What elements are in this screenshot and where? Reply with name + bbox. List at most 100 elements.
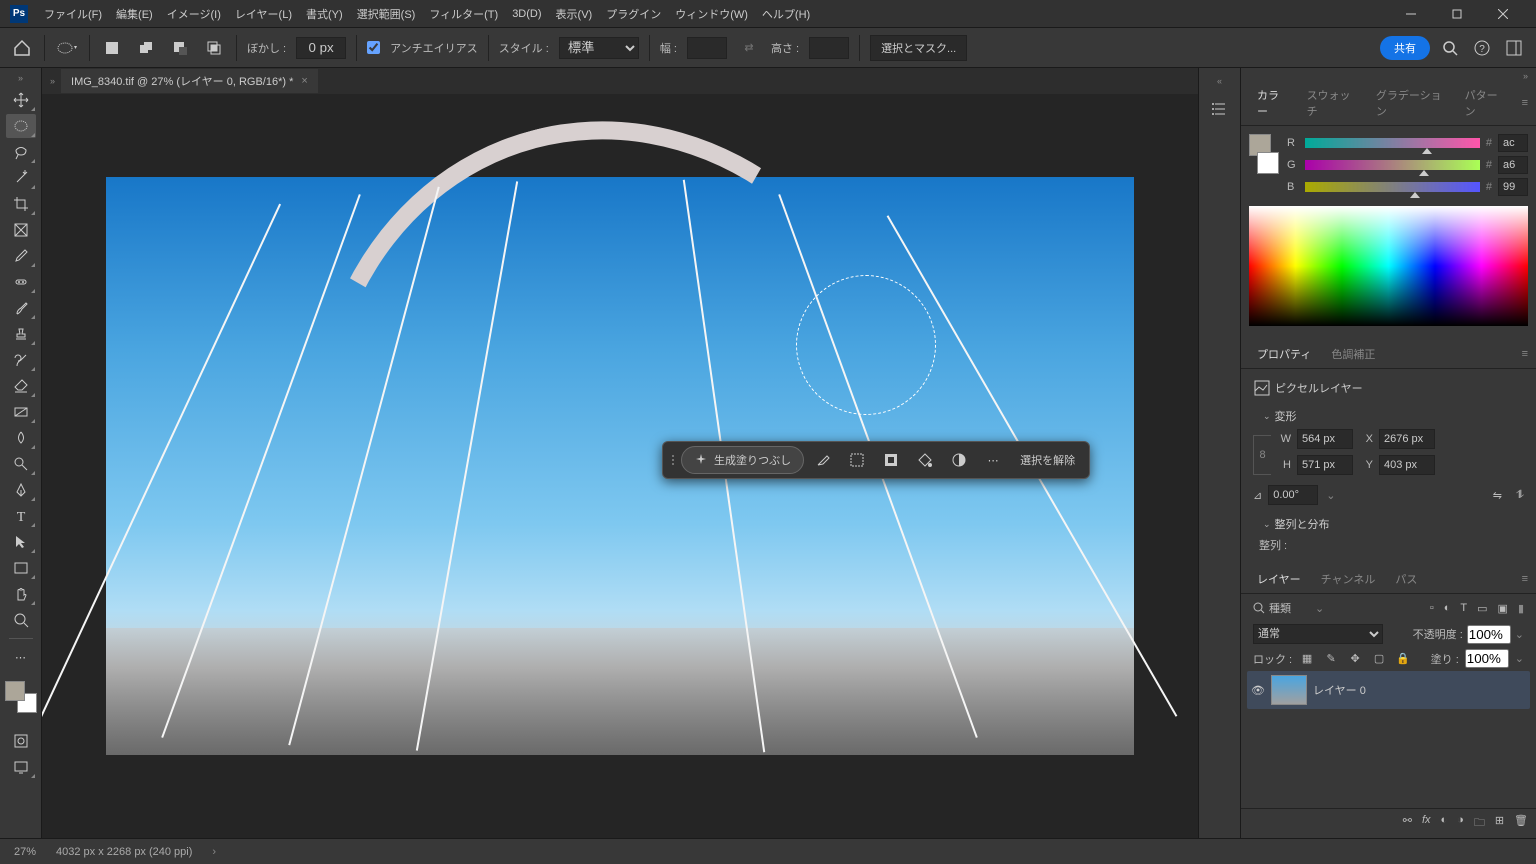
- link-wh-icon[interactable]: 8: [1253, 435, 1271, 475]
- menu-file[interactable]: ファイル(F): [38, 2, 108, 26]
- color-swatches[interactable]: [5, 681, 37, 713]
- canvas[interactable]: 生成塗りつぶし ⋯ 選択を解除: [106, 177, 1134, 755]
- stamp-tool[interactable]: [6, 322, 36, 346]
- lock-pixels-icon[interactable]: ▦: [1298, 650, 1316, 668]
- adjust-icon[interactable]: [944, 445, 974, 475]
- subtract-selection-icon[interactable]: [168, 36, 192, 60]
- path-select-tool[interactable]: [6, 530, 36, 554]
- feather-input[interactable]: [296, 37, 346, 59]
- fill-selection-icon[interactable]: [910, 445, 940, 475]
- fx-icon[interactable]: fx: [1422, 814, 1431, 833]
- marquee-selection[interactable]: [796, 275, 936, 415]
- panel-menu-icon[interactable]: ≡: [1514, 348, 1536, 360]
- menu-plugin[interactable]: プラグイン: [600, 2, 667, 26]
- b-slider[interactable]: [1305, 182, 1480, 192]
- eraser-tool[interactable]: [6, 374, 36, 398]
- new-layer-icon[interactable]: ⊞: [1495, 814, 1504, 833]
- menu-image[interactable]: イメージ(I): [161, 2, 227, 26]
- document-tab[interactable]: IMG_8340.tif @ 27% (レイヤー 0, RGB/16*) * ×: [61, 69, 318, 93]
- filter-toggle-icon[interactable]: ▮: [1518, 602, 1524, 615]
- align-section[interactable]: ⌄整列と分布: [1253, 511, 1524, 537]
- tab-patterns[interactable]: パターン: [1455, 81, 1514, 125]
- lock-position-icon[interactable]: ✥: [1346, 650, 1364, 668]
- mask-icon[interactable]: ◐: [1441, 814, 1448, 833]
- delete-layer-icon[interactable]: 🗑: [1514, 814, 1528, 833]
- brush-tool[interactable]: [6, 296, 36, 320]
- marquee-tool[interactable]: [6, 114, 36, 138]
- more-options-icon[interactable]: ⋯: [978, 445, 1008, 475]
- angle-input[interactable]: [1268, 485, 1318, 505]
- lock-artboard-icon[interactable]: ▢: [1370, 650, 1388, 668]
- tab-properties[interactable]: プロパティ: [1247, 340, 1321, 368]
- g-input[interactable]: [1498, 156, 1528, 174]
- visibility-icon[interactable]: 👁: [1251, 684, 1265, 697]
- edit-toolbar[interactable]: ⋯: [6, 645, 36, 669]
- width-prop-input[interactable]: [1297, 429, 1353, 449]
- add-selection-icon[interactable]: [134, 36, 158, 60]
- window-maximize[interactable]: [1434, 0, 1480, 28]
- adjustment-layer-icon[interactable]: ◑: [1457, 814, 1464, 833]
- filter-shape-icon[interactable]: ▭: [1477, 602, 1487, 615]
- new-selection-icon[interactable]: [100, 36, 124, 60]
- r-input[interactable]: [1498, 134, 1528, 152]
- help-icon[interactable]: ?: [1470, 36, 1494, 60]
- screenmode-tool[interactable]: [6, 755, 36, 779]
- panel-bg-color[interactable]: [1257, 152, 1279, 174]
- filter-adjust-icon[interactable]: ◐: [1444, 602, 1451, 614]
- share-button[interactable]: 共有: [1380, 36, 1430, 60]
- b-input[interactable]: [1498, 178, 1528, 196]
- filter-pixel-icon[interactable]: ▫: [1430, 602, 1434, 614]
- brush-edit-icon[interactable]: [808, 445, 838, 475]
- group-icon[interactable]: 🗀: [1474, 814, 1485, 833]
- menu-select[interactable]: 選択範囲(S): [351, 2, 422, 26]
- link-layers-icon[interactable]: ⚯: [1403, 814, 1412, 833]
- workspace-icon[interactable]: [1502, 36, 1526, 60]
- blur-tool[interactable]: [6, 426, 36, 450]
- menu-layer[interactable]: レイヤー(L): [229, 2, 298, 26]
- fill-input[interactable]: [1465, 649, 1509, 668]
- close-tab-icon[interactable]: ×: [301, 75, 307, 87]
- tab-gradients[interactable]: グラデーション: [1366, 81, 1455, 125]
- eyedropper-tool[interactable]: [6, 244, 36, 268]
- x-prop-input[interactable]: [1379, 429, 1435, 449]
- layer-filter-select[interactable]: 種類 ⌄: [1253, 600, 1324, 616]
- flip-v-icon[interactable]: ⥮: [1516, 489, 1524, 502]
- filter-smart-icon[interactable]: ▣: [1498, 602, 1508, 615]
- pen-tool[interactable]: [6, 478, 36, 502]
- layer-item[interactable]: 👁 レイヤー 0: [1247, 671, 1530, 709]
- modify-selection-icon[interactable]: [842, 445, 872, 475]
- crop-tool[interactable]: [6, 192, 36, 216]
- doc-info[interactable]: 4032 px x 2268 px (240 ppi): [56, 846, 192, 858]
- hand-tool[interactable]: [6, 582, 36, 606]
- lock-all-icon[interactable]: 🔒: [1394, 650, 1412, 668]
- brushes-panel-icon[interactable]: [1211, 100, 1229, 118]
- panel-menu-icon[interactable]: ≡: [1514, 573, 1536, 585]
- zoom-tool[interactable]: [6, 608, 36, 632]
- dock-collapse-icon[interactable]: »: [1241, 68, 1536, 81]
- y-prop-input[interactable]: [1379, 455, 1435, 475]
- move-tool[interactable]: [6, 88, 36, 112]
- home-icon[interactable]: [10, 36, 34, 60]
- search-icon[interactable]: [1438, 36, 1462, 60]
- antialias-checkbox[interactable]: [367, 41, 380, 54]
- g-slider[interactable]: [1305, 160, 1480, 170]
- healing-tool[interactable]: [6, 270, 36, 294]
- layer-name[interactable]: レイヤー 0: [1313, 682, 1366, 698]
- type-tool[interactable]: T: [6, 504, 36, 528]
- deselect-button[interactable]: 選択を解除: [1012, 452, 1083, 468]
- dodge-tool[interactable]: [6, 452, 36, 476]
- opacity-input[interactable]: [1467, 625, 1511, 644]
- tab-paths[interactable]: パス: [1385, 565, 1427, 593]
- quickmask-tool[interactable]: [6, 729, 36, 753]
- blend-mode-select[interactable]: 通常: [1253, 624, 1383, 644]
- taskbar-grip[interactable]: [669, 455, 677, 465]
- tab-channels[interactable]: チャンネル: [1311, 565, 1386, 593]
- select-and-mask-button[interactable]: 選択とマスク...: [870, 35, 967, 61]
- r-slider[interactable]: [1305, 138, 1480, 148]
- history-brush-tool[interactable]: [6, 348, 36, 372]
- height-prop-input[interactable]: [1297, 455, 1353, 475]
- panel-menu-icon[interactable]: ≡: [1514, 97, 1536, 109]
- frame-tool[interactable]: [6, 218, 36, 242]
- panels-expand-icon[interactable]: «: [1217, 76, 1222, 86]
- menu-3d[interactable]: 3D(D): [506, 4, 547, 24]
